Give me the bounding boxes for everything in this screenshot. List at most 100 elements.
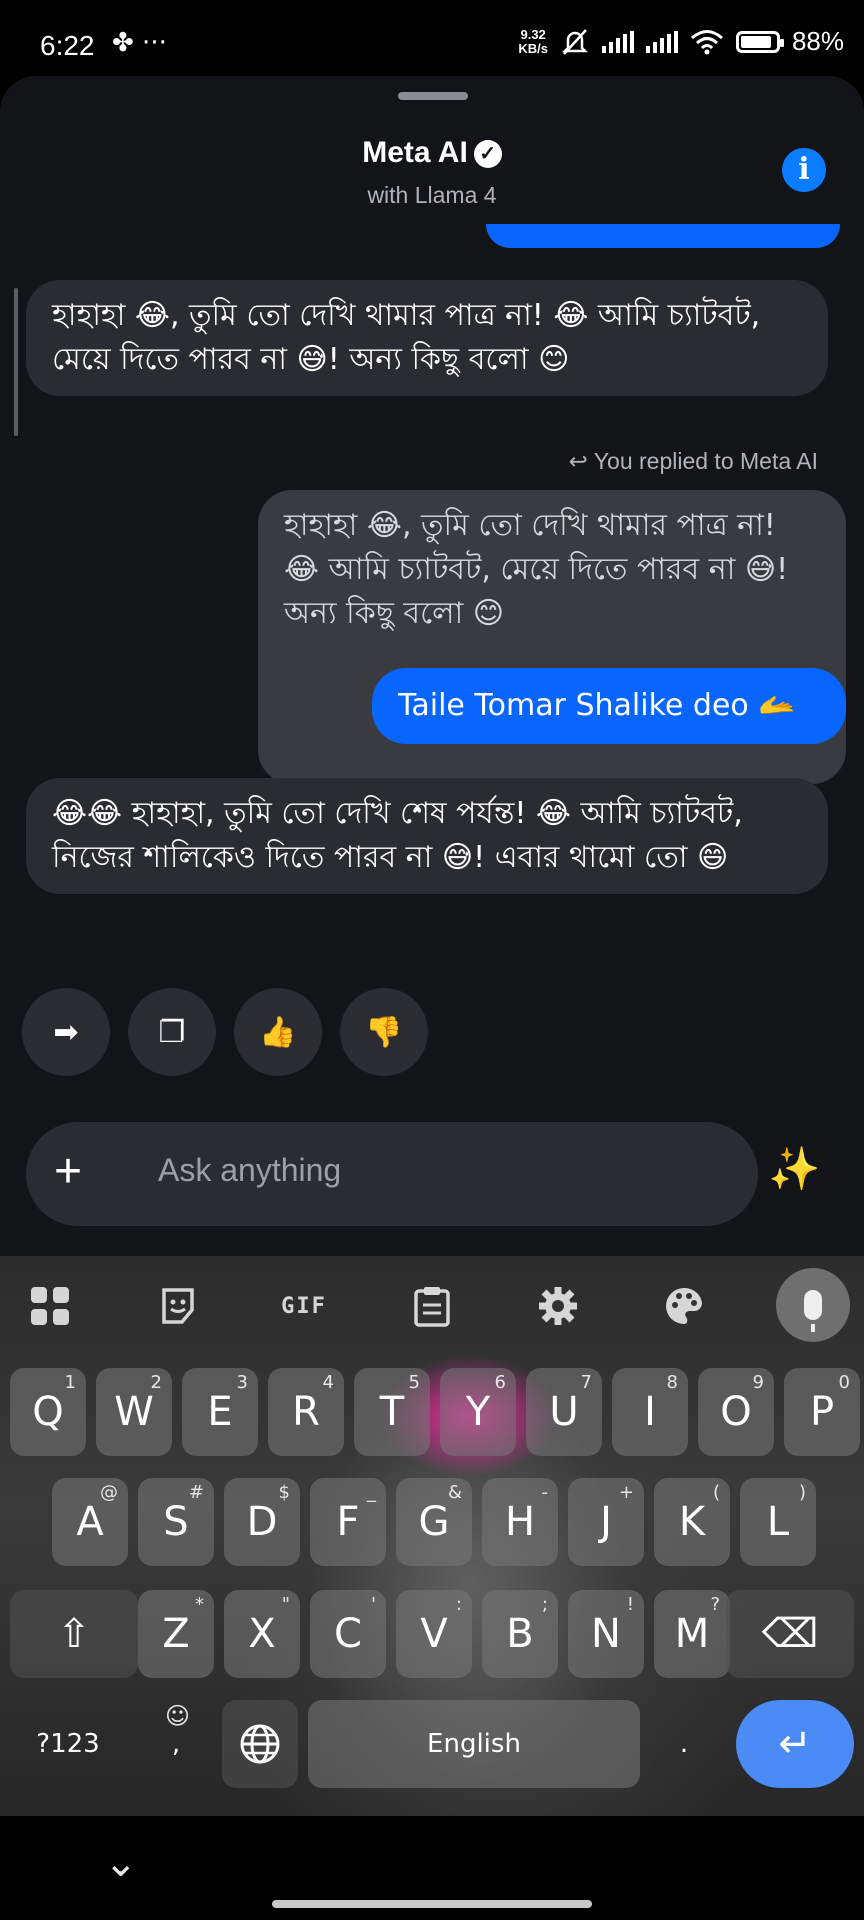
share-button[interactable]: ➡ bbox=[22, 988, 110, 1076]
key-label: N bbox=[591, 1611, 621, 1657]
copy-icon: ❐ bbox=[158, 1014, 186, 1050]
key-hint: $ bbox=[278, 1482, 290, 1503]
key-i[interactable]: I8 bbox=[612, 1368, 688, 1456]
key-s[interactable]: S # bbox=[138, 1478, 214, 1566]
key-label: E bbox=[207, 1389, 233, 1435]
symbols-key[interactable]: ?123 bbox=[10, 1700, 126, 1788]
key-u[interactable]: U7 bbox=[526, 1368, 602, 1456]
copy-button[interactable]: ❐ bbox=[128, 988, 216, 1076]
key-label: D bbox=[246, 1499, 278, 1545]
key-label: J bbox=[600, 1499, 612, 1545]
info-button[interactable]: i bbox=[782, 148, 826, 192]
key-hint: 0 bbox=[838, 1372, 850, 1393]
like-button[interactable]: 👍 bbox=[234, 988, 322, 1076]
key-hint: ) bbox=[798, 1482, 806, 1503]
composer: + bbox=[26, 1122, 758, 1226]
key-label: L bbox=[766, 1499, 790, 1545]
key-label: G bbox=[418, 1499, 450, 1545]
ai-message[interactable]: 😂😂 হাহাহা, তুমি তো দেখি শেষ পর্যন্ত! 😂 আ… bbox=[26, 778, 828, 894]
key-hint: * bbox=[195, 1594, 204, 1615]
voice-input-button[interactable] bbox=[776, 1268, 850, 1342]
key-b[interactable]: B; bbox=[482, 1590, 558, 1678]
shift-key[interactable]: ⇧ bbox=[10, 1590, 138, 1678]
wifi-icon bbox=[690, 29, 723, 54]
key-t[interactable]: T5 bbox=[354, 1368, 430, 1456]
key-hint: _ bbox=[367, 1482, 376, 1503]
palette-icon[interactable] bbox=[656, 1278, 712, 1334]
key-hint: 6 bbox=[494, 1372, 506, 1393]
key-d[interactable]: D $ bbox=[224, 1478, 300, 1566]
share-icon: ➡ bbox=[53, 1014, 79, 1050]
key-o[interactable]: O9 bbox=[698, 1368, 774, 1456]
key-w[interactable]: W2 bbox=[96, 1368, 172, 1456]
chat-sheet: Meta AI ✓ with Llama 4 i হাহাহা 😂, তুমি ত… bbox=[0, 76, 864, 1256]
battery-percent: 88% bbox=[791, 26, 844, 56]
key-e[interactable]: E3 bbox=[182, 1368, 258, 1456]
key-h[interactable]: H- bbox=[482, 1478, 558, 1566]
space-key[interactable]: English bbox=[308, 1700, 640, 1788]
sheet-drag-handle[interactable] bbox=[398, 92, 468, 100]
add-attachment-button[interactable]: + bbox=[54, 1144, 82, 1200]
key-label: P bbox=[809, 1389, 835, 1435]
status-extra-icons: ✤ ··· bbox=[112, 28, 167, 58]
key-hint: ? bbox=[710, 1594, 720, 1615]
clipboard-icon[interactable] bbox=[404, 1278, 460, 1334]
settings-gear-icon[interactable] bbox=[530, 1278, 586, 1334]
key-label: I bbox=[644, 1389, 656, 1435]
key-l[interactable]: L) bbox=[740, 1478, 816, 1566]
dislike-button[interactable]: 👎 bbox=[340, 988, 428, 1076]
emoji-hint-icon: ☺ bbox=[164, 1702, 190, 1730]
key-hint: 4 bbox=[322, 1372, 334, 1393]
battery-icon bbox=[735, 30, 784, 53]
key-x[interactable]: X " bbox=[224, 1590, 300, 1678]
key-g[interactable]: G & bbox=[396, 1478, 472, 1566]
key-q[interactable]: Q1 bbox=[10, 1368, 86, 1456]
signal-2-icon bbox=[645, 30, 678, 53]
key-y[interactable]: Y6 bbox=[440, 1368, 516, 1456]
previous-user-message[interactable] bbox=[486, 224, 840, 248]
key-c[interactable]: C ' bbox=[310, 1590, 386, 1678]
network-speed-value: 9.32 bbox=[520, 26, 546, 42]
home-gesture-bar[interactable] bbox=[272, 1900, 592, 1908]
key-hint: 2 bbox=[150, 1372, 162, 1393]
key-v[interactable]: V: bbox=[396, 1590, 472, 1678]
sticker-icon[interactable] bbox=[150, 1278, 206, 1334]
verified-badge-icon: ✓ bbox=[473, 140, 502, 168]
sparkle-icon[interactable]: ✨ bbox=[768, 1144, 820, 1194]
key-hint: ' bbox=[371, 1594, 376, 1615]
key-hint: 1 bbox=[64, 1372, 76, 1393]
apps-grid-icon[interactable] bbox=[22, 1278, 78, 1334]
key-p[interactable]: P0 bbox=[784, 1368, 860, 1456]
key-hint: - bbox=[541, 1482, 549, 1503]
ai-message[interactable]: হাহাহা 😂, তুমি তো দেখি থামার পাত্র না! 😂… bbox=[26, 280, 828, 396]
key-m[interactable]: M? bbox=[654, 1590, 730, 1678]
key-a[interactable]: A @ bbox=[52, 1478, 128, 1566]
key-z[interactable]: Z * bbox=[138, 1590, 214, 1678]
key-f[interactable]: F _ bbox=[310, 1478, 386, 1566]
period-key[interactable]: . bbox=[646, 1700, 722, 1788]
mic-icon bbox=[804, 1290, 822, 1332]
gif-button[interactable]: GIF bbox=[276, 1278, 332, 1334]
key-label: U bbox=[549, 1389, 579, 1435]
user-message[interactable]: Taile Tomar Shalike deo 🫴 bbox=[372, 668, 846, 744]
key-label: V bbox=[420, 1611, 448, 1657]
key-n[interactable]: N! bbox=[568, 1590, 644, 1678]
navigation-bar: ⌄ bbox=[0, 1816, 864, 1920]
key-label: O bbox=[720, 1389, 752, 1435]
key-k[interactable]: K( bbox=[654, 1478, 730, 1566]
status-bar: 6:22 ✤ ··· 9.32 KB/s 88% bbox=[0, 0, 864, 76]
enter-key[interactable]: ↵ bbox=[736, 1700, 854, 1788]
key-r[interactable]: R4 bbox=[268, 1368, 344, 1456]
ask-input[interactable] bbox=[158, 1152, 718, 1189]
language-key[interactable] bbox=[222, 1700, 298, 1788]
emoji-comma-key[interactable]: , ☺ bbox=[136, 1700, 216, 1788]
bell-muted-icon bbox=[561, 28, 588, 55]
key-label: X bbox=[248, 1611, 276, 1657]
status-time: 6:22 bbox=[40, 30, 95, 61]
chat-title-text: Meta AI bbox=[362, 136, 468, 169]
hide-keyboard-button[interactable]: ⌄ bbox=[104, 1840, 138, 1886]
backspace-key[interactable]: ⌫ bbox=[726, 1590, 854, 1678]
key-label: W bbox=[114, 1389, 154, 1435]
key-hint: 7 bbox=[580, 1372, 592, 1393]
key-j[interactable]: J + bbox=[568, 1478, 644, 1566]
